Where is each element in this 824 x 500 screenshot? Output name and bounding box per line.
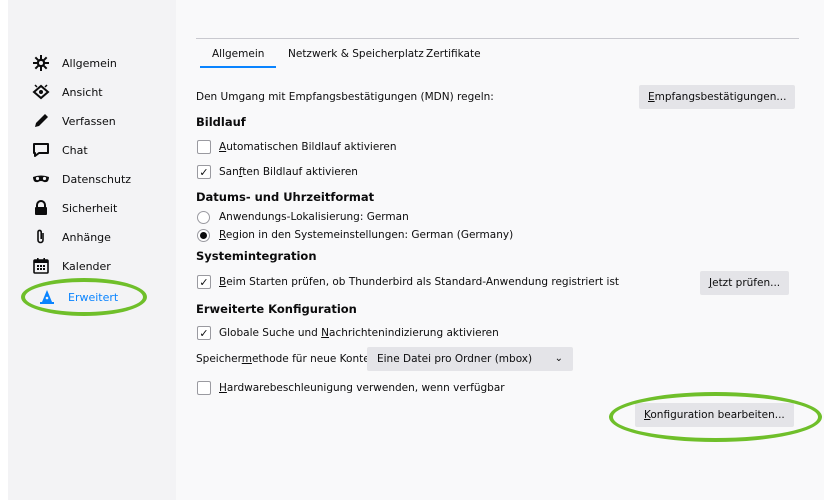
text-pre: Speicher	[196, 353, 242, 365]
accel: m	[241, 353, 252, 365]
sidebar-item-allgemein[interactable]: Allgemein	[32, 50, 172, 76]
jetzt-pruefen-button[interactable]: Jetzt prüfen...	[700, 271, 790, 295]
app-locale-label: Anwendungs-Lokalisierung: German	[219, 211, 409, 223]
storage-method-select[interactable]: Eine Datei pro Ordner (mbox) ⌄	[367, 347, 573, 371]
smooth-scroll-label: Sanften Bildlauf aktivieren	[219, 166, 358, 178]
sidebar-item-label: Kalender	[62, 259, 111, 273]
tabs-top-border	[196, 38, 799, 39]
tab-netzwerk-speicherplatz[interactable]: Netzwerk & Speicherplatz	[276, 40, 436, 68]
accel: R	[219, 229, 226, 241]
chevron-down-icon: ⌄	[554, 353, 563, 364]
lock-icon	[32, 199, 50, 217]
highlight-erweitert	[21, 278, 147, 316]
section-heading-bildlauf: Bildlauf	[196, 115, 246, 129]
hw-accel-checkbox[interactable]	[197, 381, 211, 395]
tab-zertifikate[interactable]: Zertifikate	[414, 40, 493, 68]
smooth-scroll-checkbox[interactable]: ✓	[197, 165, 211, 179]
chat-icon	[32, 141, 50, 159]
accel: H	[219, 382, 227, 394]
global-search-label: Globale Suche und Nachrichtenindizierung…	[219, 327, 499, 339]
view-icon	[32, 83, 50, 101]
gear-icon	[32, 54, 50, 72]
app-locale-radio[interactable]	[197, 211, 210, 224]
select-value: Eine Datei pro Ordner (mbox)	[377, 353, 533, 365]
sidebar-item-label: Chat	[62, 143, 88, 157]
button-text: mpfangsbestätigungen...	[654, 91, 787, 103]
text: ethode für neue Konten:	[251, 353, 380, 365]
checkmark-icon: ✓	[199, 326, 209, 340]
text: utomatischen Bildlauf aktivieren	[226, 141, 397, 153]
section-heading-erweitert: Erweiterte Konfiguration	[196, 302, 357, 316]
default-app-checkbox[interactable]: ✓	[197, 275, 211, 289]
main-panel: Allgemein Netzwerk & Speicherplatz Zerti…	[176, 0, 824, 500]
region-locale-radio[interactable]	[197, 229, 210, 242]
sidebar-item-label: Datenschutz	[62, 172, 132, 186]
hw-accel-label: Hardwarebeschleunigung verwenden, wenn v…	[219, 382, 505, 394]
text: eim Starten prüfen, ob Thunderbird als S…	[226, 276, 620, 288]
sidebar-item-label: Verfassen	[62, 114, 116, 128]
mask-icon	[32, 170, 50, 188]
sidebar-item-ansicht[interactable]: Ansicht	[32, 79, 172, 105]
pencil-icon	[32, 112, 50, 130]
text: egion in den Systemeinstellungen: German…	[225, 229, 514, 241]
sidebar: Allgemein Ansicht Verfassen Chat Datensc…	[8, 0, 176, 500]
tab-allgemein[interactable]: Allgemein	[200, 40, 277, 68]
checkmark-icon: ✓	[199, 165, 209, 179]
radio-dot	[200, 232, 207, 239]
sidebar-item-datenschutz[interactable]: Datenschutz	[32, 166, 172, 192]
sidebar-item-sicherheit[interactable]: Sicherheit	[32, 195, 172, 221]
text-pre: Globale Suche und	[219, 327, 322, 339]
auto-scroll-label: Automatischen Bildlauf aktivieren	[219, 141, 397, 153]
default-app-label: Beim Starten prüfen, ob Thunderbird als …	[219, 276, 619, 288]
accel: N	[321, 327, 330, 339]
paperclip-icon	[32, 228, 50, 246]
button-text: etzt prüfen...	[712, 277, 781, 289]
text: ardwarebeschleunigung verwenden, wenn ve…	[226, 382, 505, 394]
region-locale-label: Region in den Systemeinstellungen: Germa…	[219, 229, 513, 241]
sidebar-item-anhaenge[interactable]: Anhänge	[32, 224, 172, 250]
sidebar-item-chat[interactable]: Chat	[32, 137, 172, 163]
section-heading-system: Systemintegration	[196, 249, 317, 263]
storage-method-label: Speichermethode für neue Konten:	[196, 353, 380, 365]
global-search-checkbox[interactable]: ✓	[197, 326, 211, 340]
text: ten Bildlauf aktivieren	[242, 166, 358, 178]
section-heading-datum: Datums- und Uhrzeitformat	[196, 190, 375, 204]
empfangsbestaetigungen-button[interactable]: Empfangsbestätigungen...	[639, 85, 796, 109]
checkmark-icon: ✓	[199, 275, 209, 289]
highlight-konfiguration	[609, 392, 822, 442]
sidebar-item-label: Sicherheit	[62, 201, 118, 215]
calendar-icon	[32, 257, 50, 275]
text-pre: San	[219, 166, 239, 178]
sidebar-item-label: Anhänge	[62, 230, 111, 244]
sidebar-item-verfassen[interactable]: Verfassen	[32, 108, 172, 134]
text: achrichtenindizierung aktivieren	[329, 327, 499, 339]
sidebar-item-label: Allgemein	[62, 56, 117, 70]
sidebar-item-kalender[interactable]: Kalender	[32, 253, 172, 279]
button-accel: E	[648, 91, 655, 103]
mdn-label: Den Umgang mit Empfangsbestätigungen (MD…	[196, 91, 494, 103]
sidebar-item-label: Ansicht	[62, 85, 103, 99]
auto-scroll-checkbox[interactable]	[197, 140, 211, 154]
